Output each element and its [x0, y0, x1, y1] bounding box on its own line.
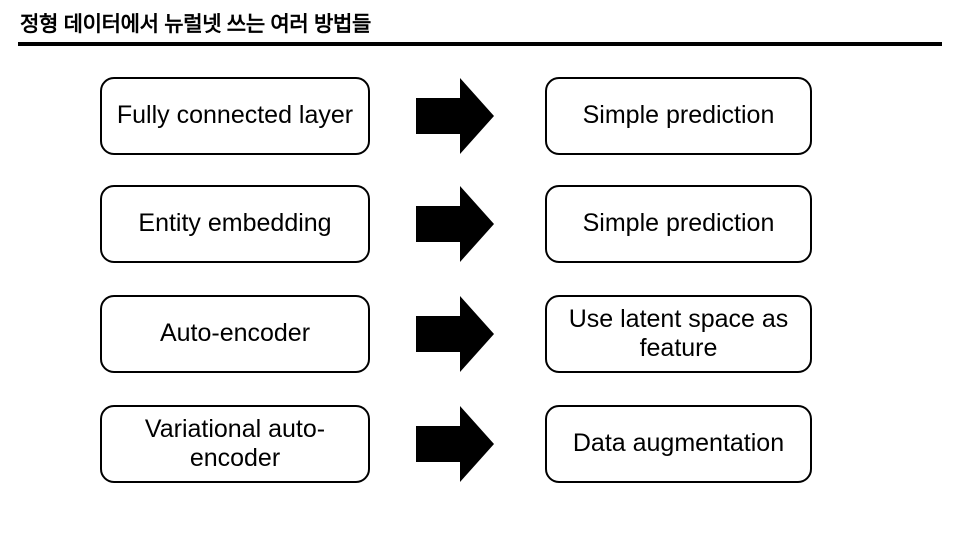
diagram-row: Variational auto-encoder Data augmentati… [0, 405, 960, 483]
right-block-arrow-icon [416, 296, 494, 372]
right-block-arrow-icon [416, 406, 494, 482]
outcome-box[interactable]: Use latent space as feature [545, 295, 812, 373]
right-block-arrow-icon [416, 78, 494, 154]
method-label: Entity embedding [138, 209, 332, 238]
outcome-box[interactable]: Simple prediction [545, 77, 812, 155]
method-label: Variational auto-encoder [144, 414, 326, 473]
method-label: Fully connected layer [116, 101, 354, 130]
outcome-label: Data augmentation [572, 429, 785, 458]
method-box[interactable]: Entity embedding [100, 185, 370, 263]
outcome-box[interactable]: Data augmentation [545, 405, 812, 483]
outcome-label: Simple prediction [582, 209, 775, 238]
diagram-row: Fully connected layer Simple prediction [0, 77, 960, 155]
right-block-arrow-icon [416, 186, 494, 262]
slide-footer: KAIST Molecular Simulation Group KAIST D… [0, 492, 960, 540]
methods-diagram: Fully connected layer Simple prediction … [0, 0, 960, 540]
method-box[interactable]: Variational auto-encoder [100, 405, 370, 483]
outcome-label: Simple prediction [582, 101, 775, 130]
outcome-box[interactable]: Simple prediction [545, 185, 812, 263]
method-box[interactable]: Auto-encoder [100, 295, 370, 373]
outcome-label: Use latent space as feature [568, 304, 789, 363]
diagram-row: Entity embedding Simple prediction [0, 185, 960, 263]
method-box[interactable]: Fully connected layer [100, 77, 370, 155]
slide-canvas: 정형 데이터에서 뉴럴넷 쓰는 여러 방법들 Fully connected l… [0, 0, 960, 540]
diagram-row: Auto-encoder Use latent space as feature [0, 295, 960, 373]
method-label: Auto-encoder [159, 319, 311, 348]
